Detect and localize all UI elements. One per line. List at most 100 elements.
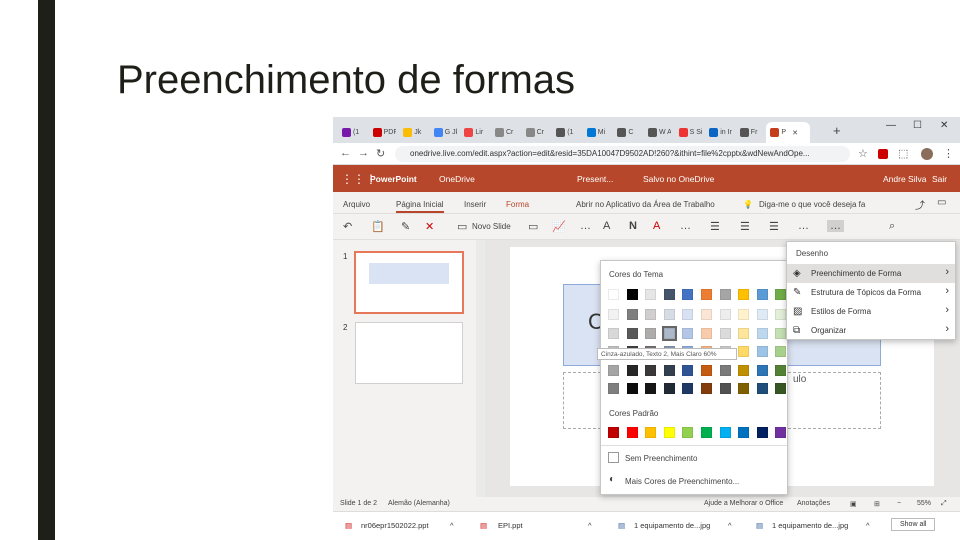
browser-tab[interactable]: in Ir	[705, 122, 732, 143]
color-swatch[interactable]	[626, 309, 638, 320]
color-swatch[interactable]	[738, 309, 750, 320]
pdf-extension-icon[interactable]	[878, 149, 888, 159]
close-window-icon[interactable]: ✕	[940, 120, 948, 131]
thumbs-scrollbar[interactable]	[476, 240, 485, 497]
color-swatch[interactable]	[608, 309, 619, 320]
download-item[interactable]: 1 equipamento de...jpg	[772, 521, 848, 530]
slide-sorter-icon[interactable]: ⊞	[874, 500, 880, 508]
extension-icon[interactable]: ⬚	[898, 147, 908, 160]
browser-menu-icon[interactable]: ⋮	[943, 147, 954, 160]
chart-icon[interactable]: 📈	[552, 220, 566, 233]
reload-icon[interactable]: ↻	[376, 147, 385, 160]
align-icon[interactable]: ☰	[769, 220, 779, 233]
drawing-menu-item[interactable]: ⧉ Organizar ›	[787, 321, 955, 340]
undo-icon[interactable]: ↶	[343, 220, 352, 233]
color-swatch[interactable]	[719, 309, 731, 320]
bullets-icon[interactable]: ☰	[710, 220, 720, 233]
url-field[interactable]: onedrive.live.com/edit.aspx?action=edit&…	[395, 146, 850, 162]
color-swatch[interactable]	[645, 383, 657, 394]
download-item[interactable]: nr06epr1502022.ppt	[361, 521, 429, 530]
color-swatch[interactable]	[645, 364, 657, 376]
chevron-up-icon[interactable]: ^	[728, 521, 732, 530]
standard-color-swatch[interactable]	[719, 427, 731, 438]
color-swatch[interactable]	[701, 289, 712, 300]
browser-tab[interactable]: Jk	[399, 122, 426, 143]
browser-tab[interactable]: C	[613, 122, 640, 143]
color-swatch[interactable]	[682, 309, 694, 320]
drawing-menu-item[interactable]: ✎ Estrutura de Tópicos da Forma ›	[787, 283, 955, 302]
minimize-icon[interactable]: —	[886, 120, 896, 131]
color-swatch[interactable]	[663, 383, 675, 394]
browser-tab[interactable]: Cr	[491, 122, 518, 143]
color-swatch[interactable]	[738, 327, 750, 339]
tell-me-search[interactable]: Diga-me o que você deseja fa	[759, 200, 865, 209]
new-slide-icon[interactable]: ▭	[457, 220, 467, 233]
color-swatch[interactable]	[738, 289, 750, 300]
download-item[interactable]: 1 equipamento de...jpg	[634, 521, 710, 530]
color-swatch[interactable]	[626, 364, 638, 376]
help-improve-link[interactable]: Ajude a Melhorar o Office	[704, 500, 783, 507]
bold-icon[interactable]: N	[629, 220, 637, 232]
standard-color-swatch[interactable]	[608, 427, 619, 438]
new-slide-button[interactable]: Novo Slide	[472, 222, 511, 231]
color-swatch[interactable]	[682, 383, 694, 394]
search-icon[interactable]: ⌕	[889, 220, 895, 233]
slide-thumbnail-1[interactable]	[354, 251, 464, 314]
color-swatch[interactable]	[682, 289, 694, 300]
color-swatch[interactable]	[701, 364, 712, 376]
color-swatch[interactable]	[775, 309, 787, 320]
color-swatch[interactable]	[626, 327, 638, 339]
color-swatch[interactable]	[701, 383, 712, 394]
standard-color-swatch[interactable]	[775, 427, 787, 438]
fit-icon[interactable]: ⤢	[941, 500, 947, 508]
color-swatch[interactable]	[756, 327, 768, 339]
browser-tab[interactable]: Cr	[522, 122, 549, 143]
color-swatch[interactable]	[756, 346, 768, 357]
color-swatch[interactable]	[738, 346, 750, 357]
browser-tab[interactable]: Lir	[460, 122, 487, 143]
color-swatch[interactable]	[775, 383, 787, 394]
color-swatch[interactable]	[719, 383, 731, 394]
standard-color-swatch[interactable]	[682, 427, 694, 438]
share-icon[interactable]: ⤴	[915, 197, 925, 212]
standard-color-swatch[interactable]	[626, 427, 638, 438]
delete-icon[interactable]: ✕	[425, 220, 434, 233]
color-swatch[interactable]	[663, 364, 675, 376]
color-swatch[interactable]	[738, 383, 750, 394]
forward-icon[interactable]: →	[358, 147, 369, 159]
bookmark-star-icon[interactable]: ☆	[858, 147, 868, 160]
browser-tab[interactable]: (1	[552, 122, 579, 143]
browser-tab[interactable]: G Jk	[430, 122, 457, 143]
color-swatch[interactable]	[719, 364, 731, 376]
drawing-menu-item[interactable]: ▨ Estilos de Forma ›	[787, 302, 955, 321]
color-swatch[interactable]	[775, 289, 787, 300]
notes-button[interactable]: Anotações	[797, 500, 830, 507]
download-item[interactable]: EPI.ppt	[498, 521, 523, 530]
color-swatch[interactable]	[775, 346, 787, 357]
tab-inserir[interactable]: Inserir	[464, 200, 486, 209]
standard-color-swatch[interactable]	[701, 427, 712, 438]
normal-view-icon[interactable]: ▣	[850, 500, 857, 508]
color-swatch[interactable]	[682, 327, 694, 339]
standard-color-swatch[interactable]	[738, 427, 750, 438]
chevron-up-icon[interactable]: ^	[866, 521, 870, 530]
layout-icon[interactable]: ▭	[528, 220, 538, 233]
color-swatch[interactable]	[756, 309, 768, 320]
zoom-out-icon[interactable]: −	[897, 500, 901, 507]
zoom-level[interactable]: 55%	[917, 500, 931, 507]
maximize-icon[interactable]: ☐	[913, 120, 922, 131]
new-tab-button[interactable]: +	[833, 123, 841, 138]
back-icon[interactable]: ←	[340, 147, 351, 159]
open-desktop-app-link[interactable]: Abrir no Aplicativo da Área de Trabalho	[576, 200, 715, 209]
chevron-up-icon[interactable]: ^	[588, 521, 592, 530]
color-swatch[interactable]	[626, 383, 638, 394]
color-swatch[interactable]	[663, 289, 675, 300]
browser-tab[interactable]: Mi	[583, 122, 610, 143]
more-icon[interactable]: …	[580, 220, 591, 232]
color-swatch[interactable]	[719, 289, 731, 300]
document-title[interactable]: Present...	[577, 174, 613, 184]
color-swatch[interactable]	[756, 289, 768, 300]
color-swatch[interactable]	[701, 309, 712, 320]
color-swatch[interactable]	[608, 383, 619, 394]
more-colors-icon[interactable]: ◐	[609, 474, 615, 485]
